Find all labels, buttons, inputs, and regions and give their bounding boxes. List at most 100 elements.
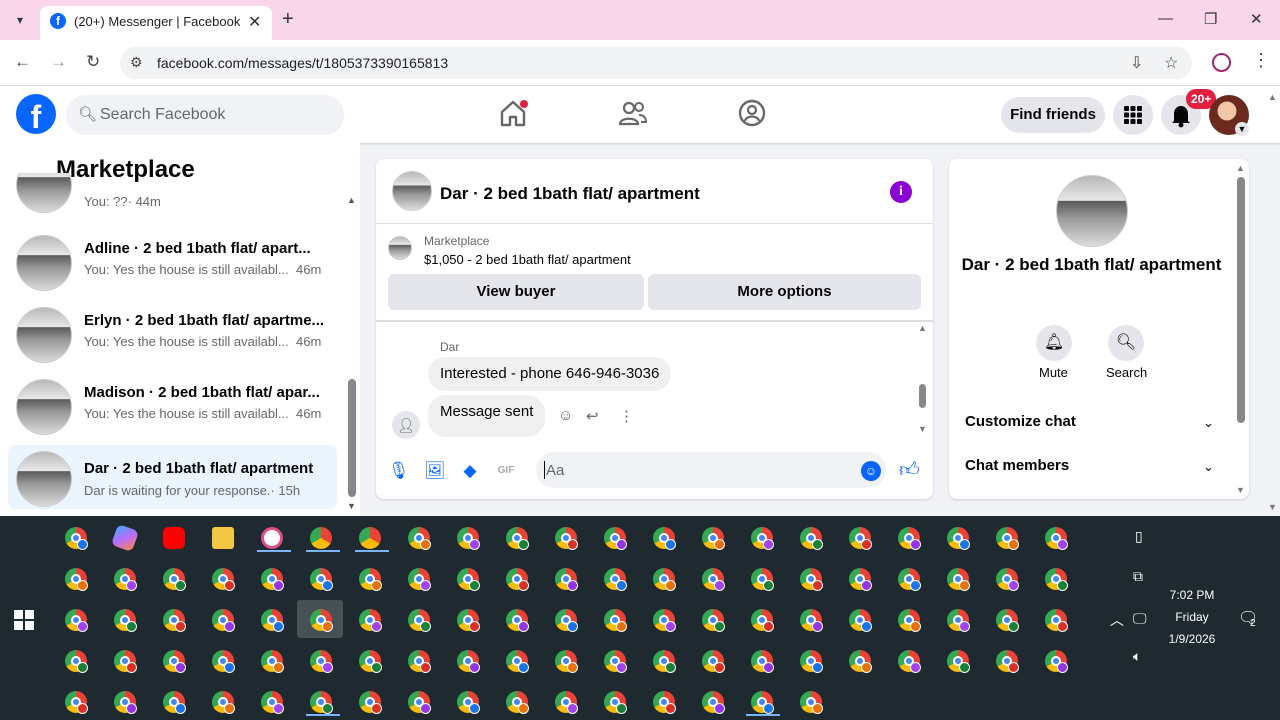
chrome-icon[interactable] bbox=[1045, 609, 1068, 632]
scroll-down-icon[interactable]: ▼ bbox=[1236, 485, 1245, 495]
chrome-profile-icon[interactable] bbox=[310, 527, 332, 549]
new-tab-icon[interactable]: + bbox=[282, 8, 294, 31]
chrome-icon[interactable] bbox=[604, 568, 627, 591]
microphone-icon[interactable]: 🎙︎ bbox=[388, 461, 410, 481]
view-buyer-button[interactable]: View buyer bbox=[388, 274, 644, 310]
page-scroll-up-icon[interactable]: ▲ bbox=[1268, 92, 1277, 102]
conversation-item[interactable]: Madison · 2 bed 1bath flat/ apar... You:… bbox=[8, 375, 337, 439]
tab-search-chevron-icon[interactable]: ▾ bbox=[8, 10, 32, 30]
page-scroll-down-icon[interactable]: ▼ bbox=[1268, 502, 1277, 512]
chrome-icon[interactable] bbox=[898, 650, 921, 673]
thumbs-up-icon[interactable]: 👍︎ bbox=[899, 458, 920, 482]
conversation-item[interactable]: Erlyn · 2 bed 1bath flat/ apartme... You… bbox=[8, 303, 337, 367]
scroll-down-icon[interactable]: ▼ bbox=[347, 501, 356, 511]
chrome-icon[interactable] bbox=[163, 568, 186, 591]
chrome-icon[interactable] bbox=[163, 609, 186, 632]
search-button[interactable]: 🔍︎ bbox=[1108, 325, 1144, 361]
message-bubble[interactable]: Interested - phone 646-946-3036 bbox=[428, 357, 672, 391]
chrome-icon[interactable] bbox=[359, 691, 382, 714]
chrome-icon[interactable] bbox=[800, 650, 823, 673]
chrome-icon[interactable] bbox=[751, 568, 774, 591]
chrome-icon[interactable] bbox=[947, 568, 970, 591]
chrome-icon[interactable] bbox=[408, 527, 431, 550]
browser-tab[interactable]: f (20+) Messenger | Facebook ✕ bbox=[40, 6, 272, 40]
chrome-icon[interactable] bbox=[212, 568, 235, 591]
photo-icon[interactable]: 🖼︎ bbox=[424, 461, 446, 481]
react-icon[interactable]: ☺ bbox=[558, 407, 573, 424]
chrome-icon[interactable] bbox=[65, 650, 88, 673]
sticker-icon[interactable]: ◆ bbox=[460, 461, 480, 481]
chrome-icon[interactable] bbox=[261, 609, 284, 632]
chrome-icon[interactable] bbox=[702, 650, 725, 673]
chrome-icon[interactable] bbox=[653, 691, 676, 714]
chrome-icon[interactable] bbox=[1045, 568, 1068, 591]
chrome-profile-icon[interactable] bbox=[359, 527, 381, 549]
chrome-icon[interactable] bbox=[359, 609, 382, 632]
chrome-icon[interactable] bbox=[751, 691, 774, 714]
customize-chat-row[interactable]: Customize chat bbox=[965, 413, 1076, 430]
chrome-icon[interactable] bbox=[800, 568, 823, 591]
chrome-icon[interactable] bbox=[457, 609, 480, 632]
chrome-icon[interactable] bbox=[1045, 650, 1068, 673]
chrome-icon[interactable] bbox=[555, 609, 578, 632]
chrome-icon[interactable] bbox=[849, 527, 872, 550]
chrome-icon[interactable] bbox=[65, 691, 88, 714]
chrome-icon[interactable] bbox=[310, 609, 333, 632]
chrome-icon[interactable] bbox=[65, 609, 88, 632]
chrome-icon[interactable] bbox=[996, 568, 1019, 591]
facebook-search-input[interactable]: 🔍︎ Search Facebook bbox=[66, 95, 344, 135]
minimize-icon[interactable]: — bbox=[1158, 10, 1173, 27]
chrome-icon[interactable] bbox=[506, 609, 529, 632]
chrome-icon[interactable] bbox=[163, 691, 186, 714]
scroll-down-icon[interactable]: ▼ bbox=[918, 424, 927, 434]
chrome-icon[interactable] bbox=[849, 609, 872, 632]
chrome-icon[interactable] bbox=[898, 527, 921, 550]
reply-icon[interactable]: ↩ bbox=[586, 407, 599, 425]
chrome-icon[interactable] bbox=[555, 691, 578, 714]
chrome-icon[interactable] bbox=[114, 609, 137, 632]
scroll-up-icon[interactable]: ▲ bbox=[918, 323, 927, 333]
chrome-icon[interactable] bbox=[751, 609, 774, 632]
clock-date[interactable]: 1/9/2026 bbox=[1160, 632, 1224, 646]
facebook-logo-icon[interactable]: f bbox=[16, 94, 56, 135]
browser-menu-icon[interactable]: ⋮ bbox=[1252, 50, 1270, 71]
chrome-icon[interactable] bbox=[604, 609, 627, 632]
paint-icon[interactable] bbox=[261, 527, 283, 549]
chrome-icon[interactable] bbox=[506, 568, 529, 591]
scroll-up-icon[interactable]: ▲ bbox=[1236, 163, 1245, 173]
chrome-icon[interactable] bbox=[898, 609, 921, 632]
gif-icon[interactable]: GIF bbox=[496, 461, 516, 481]
chrome-icon[interactable] bbox=[457, 568, 480, 591]
chrome-icon[interactable] bbox=[653, 527, 676, 550]
chrome-icon[interactable] bbox=[800, 609, 823, 632]
youtube-icon[interactable] bbox=[163, 527, 185, 549]
message-bubble[interactable]: Message sent bbox=[428, 395, 546, 437]
chevron-down-icon[interactable]: ⌄ bbox=[1203, 459, 1214, 475]
chrome-icon[interactable] bbox=[996, 650, 1019, 673]
screen-capture-icon[interactable]: ⧉ bbox=[1133, 568, 1143, 585]
chrome-icon[interactable] bbox=[506, 527, 529, 550]
chrome-icon[interactable] bbox=[212, 609, 235, 632]
chat-thumbnail[interactable] bbox=[392, 171, 432, 211]
chrome-icon[interactable] bbox=[555, 650, 578, 673]
profile-icon[interactable] bbox=[1212, 53, 1231, 72]
chrome-icon[interactable] bbox=[114, 650, 137, 673]
chrome-icon[interactable] bbox=[702, 609, 725, 632]
scroll-up-icon[interactable]: ▲ bbox=[347, 195, 356, 205]
chrome-icon[interactable] bbox=[212, 691, 235, 714]
tab-close-icon[interactable]: ✕ bbox=[248, 12, 261, 32]
chrome-icon[interactable] bbox=[947, 650, 970, 673]
chrome-icon[interactable] bbox=[849, 650, 872, 673]
volume-icon[interactable]: 🔈︎ bbox=[1133, 648, 1141, 665]
restore-icon[interactable]: ❐ bbox=[1204, 10, 1217, 28]
chevron-down-icon[interactable]: ⌄ bbox=[1203, 415, 1214, 431]
friends-icon[interactable] bbox=[618, 98, 648, 128]
menu-grid-button[interactable] bbox=[1113, 95, 1153, 135]
chrome-icon[interactable] bbox=[653, 568, 676, 591]
back-icon[interactable]: ← bbox=[14, 52, 31, 72]
site-info-icon[interactable]: ⚙ bbox=[130, 54, 143, 71]
more-options-button[interactable]: More options bbox=[648, 274, 921, 310]
chrome-icon[interactable] bbox=[408, 650, 431, 673]
more-actions-icon[interactable]: ⋮ bbox=[619, 407, 634, 425]
chrome-icon[interactable] bbox=[702, 527, 725, 550]
